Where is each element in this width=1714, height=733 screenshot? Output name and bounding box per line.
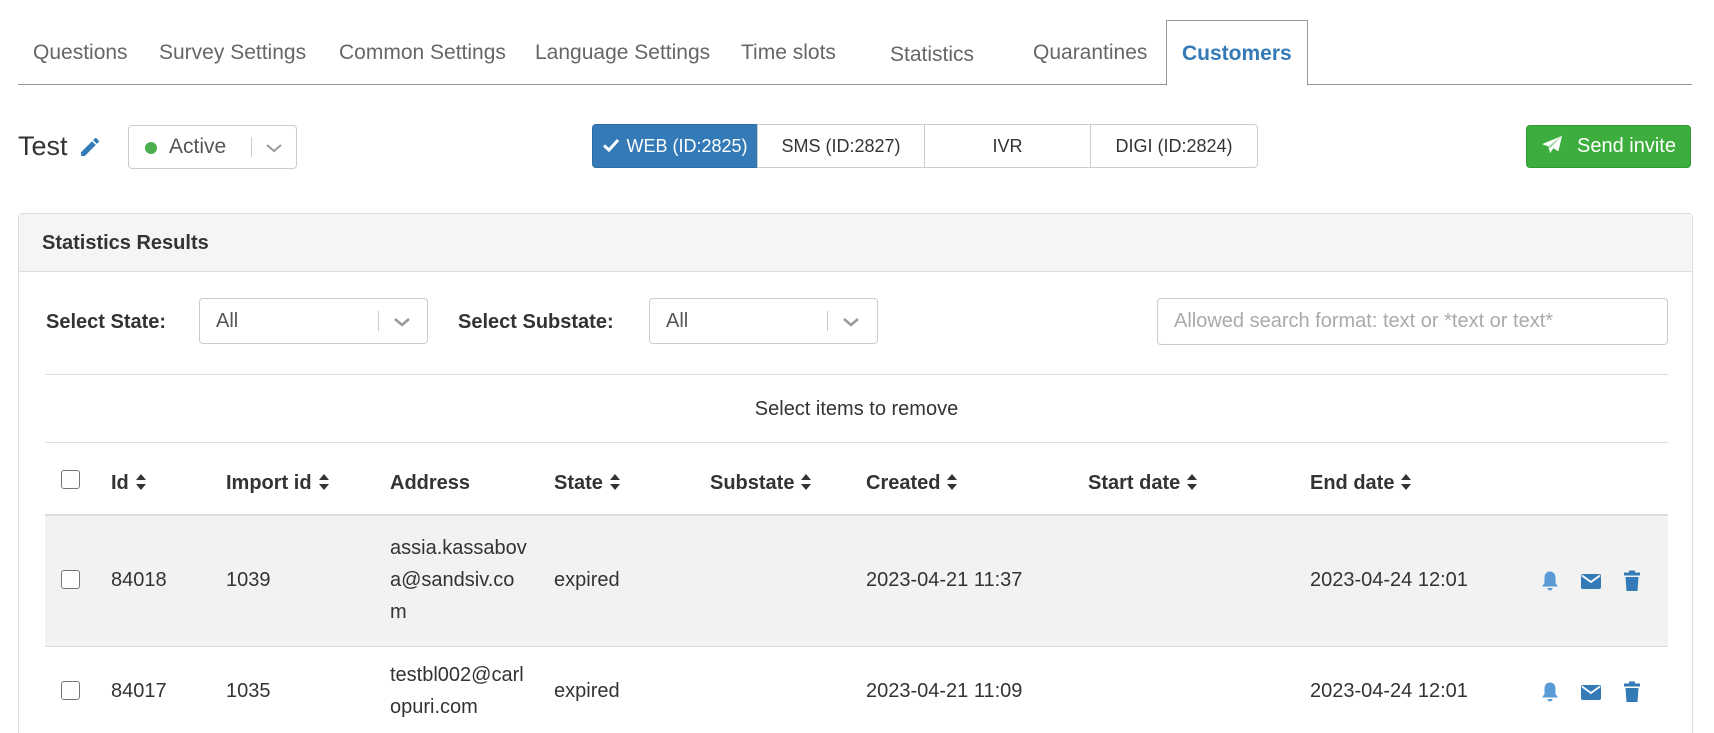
status-dot [145,142,157,154]
chevron-down-icon [843,318,859,327]
cell-address: assia.kassabova@sandsiv.com [390,537,527,623]
tab-common-settings[interactable]: Common Settings [339,20,506,85]
bell-icon[interactable] [1538,680,1562,704]
send-invite-button[interactable]: Send invite [1526,125,1691,168]
bell-icon[interactable] [1538,569,1562,593]
tab-quarantines[interactable]: Quarantines [1033,20,1147,85]
sort-icon [1187,474,1198,490]
state-select[interactable]: All [199,298,428,344]
select-state-label: Select State: [46,311,167,333]
sort-icon [947,474,958,490]
cell-created: 2023-04-21 11:09 [866,680,1023,702]
sort-icon [318,474,329,490]
divider [45,442,1668,443]
cell-end-date: 2023-04-24 12:01 [1310,569,1468,591]
select-substate-label: Select Substate: [458,311,614,333]
send-invite-label: Send invite [1577,135,1676,157]
sort-icon [609,474,620,490]
pencil-icon[interactable] [78,135,102,159]
sort-icon [801,474,812,490]
column-header-label: Substate [710,472,795,494]
column-header-label: End date [1310,472,1395,494]
sort-icon [1401,474,1412,490]
tab-customers[interactable]: Customers [1166,20,1308,86]
status-select[interactable]: Active [128,125,297,169]
cell-created: 2023-04-21 11:37 [866,569,1023,591]
trash-icon[interactable] [1620,680,1644,704]
column-header-address: Address [390,472,471,494]
trash-icon[interactable] [1620,569,1644,593]
column-header-start-date[interactable]: Start date [1088,470,1198,496]
tab-bar: Questions Survey Settings Common Setting… [18,20,1692,87]
select-separator [378,311,379,331]
tab-questions[interactable]: Questions [33,20,128,85]
channel-sms[interactable]: SMS (ID:2827) [757,124,925,168]
select-separator [827,311,828,331]
row-checkbox[interactable] [61,681,80,700]
column-header-substate[interactable]: Substate [710,470,812,496]
envelope-icon[interactable] [1579,680,1603,704]
channel-web[interactable]: WEB (ID:2825) [592,124,758,168]
column-header-id[interactable]: Id [111,470,147,496]
tab-survey-settings[interactable]: Survey Settings [159,20,306,85]
paper-plane-icon [1542,135,1562,154]
cell-import-id: 1035 [226,680,271,702]
state-select-value: All [216,310,239,332]
chevron-down-icon [394,318,410,327]
column-header-label: Created [866,472,941,494]
tab-statistics[interactable]: Statistics [890,22,974,87]
cell-id: 84017 [111,680,167,702]
envelope-icon[interactable] [1579,569,1603,593]
status-value: Active [169,135,227,158]
select-all-checkbox[interactable] [61,470,80,489]
row-checkbox[interactable] [61,570,80,589]
table-row: 84018 1039 assia.kassabova@sandsiv.com e… [45,516,1668,647]
survey-title: Test [18,131,68,161]
column-header-created[interactable]: Created [866,470,958,496]
chevron-down-icon [266,144,282,153]
cell-address: testbl002@carlopuri.com [390,664,524,718]
channel-switcher: WEB (ID:2825) SMS (ID:2827) IVR DIGI (ID… [592,124,1258,168]
column-header-state[interactable]: State [554,470,621,496]
channel-ivr[interactable]: IVR [924,124,1091,168]
cell-state: expired [554,569,620,591]
tab-time-slots[interactable]: Time slots [741,20,836,85]
cell-import-id: 1039 [226,569,271,591]
column-header-label: Start date [1088,472,1181,494]
channel-web-label: WEB (ID:2825) [626,136,748,156]
column-header-label: State [554,472,603,494]
substate-select-value: All [666,310,689,332]
column-header-import-id[interactable]: Import id [226,470,330,496]
cell-state: expired [554,680,620,702]
tab-language-settings[interactable]: Language Settings [535,20,710,85]
cell-id: 84018 [111,569,167,591]
select-items-to-remove-label: Select items to remove [754,398,959,420]
cell-end-date: 2023-04-24 12:01 [1310,680,1468,702]
search-input[interactable] [1157,298,1668,345]
select-separator [251,137,252,157]
column-header-label: Import id [226,472,312,494]
check-icon [603,138,620,153]
divider [45,374,1668,375]
channel-digi[interactable]: DIGI (ID:2824) [1090,124,1258,168]
column-header-end-date[interactable]: End date [1310,470,1412,496]
panel-title: Statistics Results [19,214,1692,272]
column-header-label: Id [111,472,129,494]
substate-select[interactable]: All [649,298,878,344]
sort-icon [135,474,146,490]
table-row: 84017 1035 testbl002@carlopuri.com expir… [45,647,1668,733]
